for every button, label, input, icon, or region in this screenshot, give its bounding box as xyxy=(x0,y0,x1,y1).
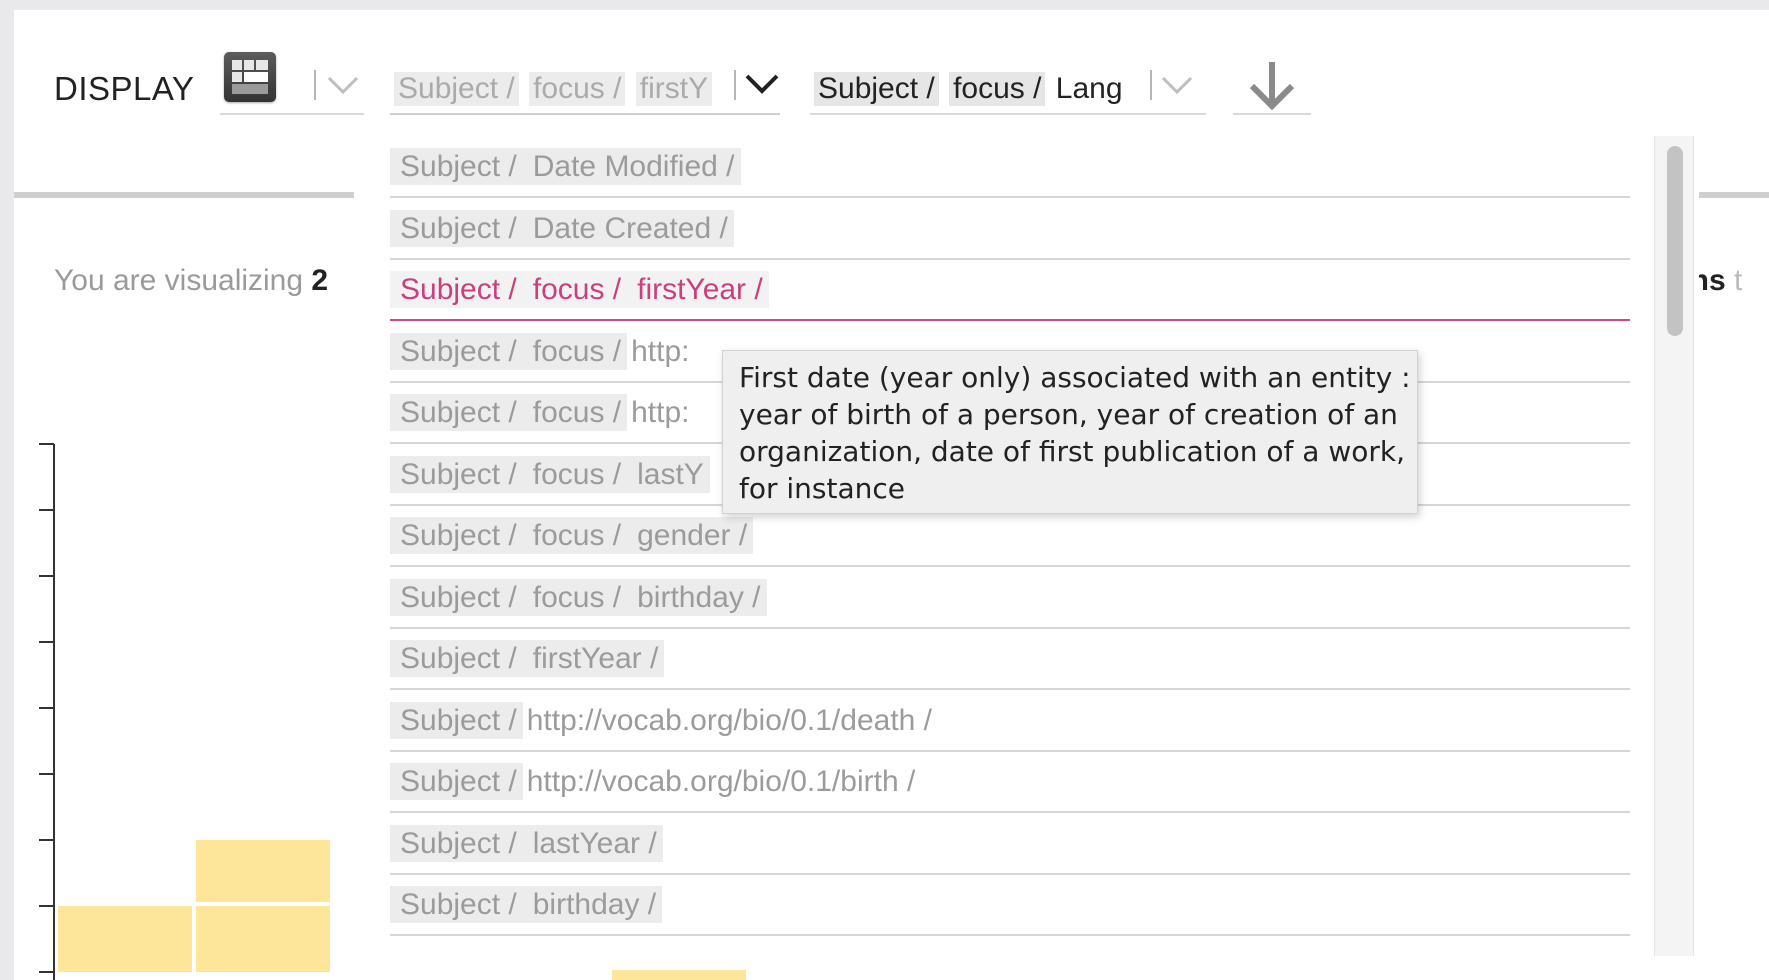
path-segment: Subject / xyxy=(394,72,519,106)
path-selector-first-year[interactable]: Subject / focus / firstY xyxy=(394,72,714,106)
option-path: Subject / Date Modified / xyxy=(390,148,741,185)
visualizing-summary: You are visualizing 2 xyxy=(54,264,328,298)
path-tail: http: xyxy=(631,396,690,429)
path-options-dropdown: Subject / Date Modified / Subject / Date Cr… xyxy=(354,136,1699,970)
path-segment: gender / xyxy=(627,517,754,554)
path-segment: Date Created / xyxy=(522,209,734,247)
tooltip-line: First date (year only) associated with a… xyxy=(739,361,1411,394)
chart-bar xyxy=(196,906,330,972)
path-segment: lastY xyxy=(627,455,710,493)
dropdown-option[interactable]: Subject / firstYear / xyxy=(390,632,1630,690)
path-segment: Subject / xyxy=(390,578,523,616)
language-selector-underline xyxy=(810,113,1206,115)
path-segment: focus / xyxy=(522,332,628,370)
path-tail: http: xyxy=(631,334,690,368)
path-segment: Subject / xyxy=(390,763,523,800)
dropdown-option[interactable]: Subject / birthday / xyxy=(390,878,1630,936)
path-segment: focus / xyxy=(529,72,626,106)
path-segment: focus / xyxy=(949,72,1046,106)
path-segment: Subject / xyxy=(390,517,523,554)
view-select-chevron-down-icon[interactable] xyxy=(326,74,360,96)
path-segment: focus / xyxy=(522,578,628,616)
path-segment: lastYear / xyxy=(522,824,663,862)
tooltip-line: for instance xyxy=(739,472,906,505)
tooltip-line: organization, date of first publication … xyxy=(739,435,1405,468)
dropdown-option[interactable]: Subject / Date Created / xyxy=(390,202,1630,260)
option-path: Subject / Date Created / xyxy=(390,209,734,247)
path-segment: Subject / xyxy=(390,209,523,247)
path-segment: birthday / xyxy=(627,578,767,616)
option-path: Subject / firstYear / xyxy=(390,640,665,677)
path-selector-underline xyxy=(390,113,780,115)
dropdown-option[interactable]: Subject / focus / gender / xyxy=(390,509,1630,567)
path-segment: focus / xyxy=(522,517,628,554)
path-segment: Subject / xyxy=(390,148,523,185)
option-tooltip: First date (year only) associated with a… xyxy=(722,350,1418,514)
dropdown-option[interactable]: Subject / focus / birthday / xyxy=(390,571,1630,629)
dropdown-option-selected[interactable]: Subject / focus / firstYear / xyxy=(390,263,1630,321)
path-segment: focus / xyxy=(522,394,628,431)
dropdown-scrollbar-thumb[interactable] xyxy=(1667,146,1683,336)
dropdown-option[interactable]: Subject / Date Modified / xyxy=(390,140,1630,198)
paths-trailing: t xyxy=(1734,264,1743,297)
path-selector-chevron-down-icon[interactable] xyxy=(744,72,780,96)
path-segment: Subject / xyxy=(390,455,523,493)
path-segment: Subject / xyxy=(390,332,523,370)
path-segment: Date Modified / xyxy=(522,148,741,185)
option-path: Subject / focus / http: xyxy=(390,394,690,431)
path-tail: http://vocab.org/bio/0.1/birth / xyxy=(526,765,916,798)
path-selector-language[interactable]: Subject / focus / Lang xyxy=(814,72,1136,106)
visualizing-count: 2 xyxy=(311,264,329,297)
option-path: Subject / birthday / xyxy=(390,886,663,923)
chart-bar xyxy=(196,840,330,902)
option-path: Subject / focus / http: xyxy=(390,332,690,370)
view-select-underline xyxy=(220,113,364,115)
table-view-icon[interactable] xyxy=(224,52,276,102)
path-segment: Subject / xyxy=(390,886,523,923)
app-window: DISPLAY Subject / focus / firstY Subject… xyxy=(14,10,1769,980)
path-segment: focus / xyxy=(522,455,628,493)
dropdown-option[interactable]: Subject / http://vocab.org/bio/0.1/death … xyxy=(390,694,1630,752)
option-path: Subject / http://vocab.org/bio/0.1/death … xyxy=(390,701,933,739)
path-segment: focus / xyxy=(522,271,628,308)
tooltip-line: year of birth of a person, year of creat… xyxy=(739,398,1398,431)
path-segment: Subject / xyxy=(814,72,939,106)
visualizing-prefix: You are visualizing xyxy=(54,264,304,297)
path-segment: Subject / xyxy=(390,394,523,431)
language-selector-chevron-down-icon[interactable] xyxy=(1160,74,1194,96)
path-segment: birthday / xyxy=(522,886,663,923)
dropdown-option[interactable]: Subject / http://vocab.org/bio/0.1/birth … xyxy=(390,755,1630,813)
option-path: Subject / http://vocab.org/bio/0.1/birth … xyxy=(390,763,916,800)
path-segment: firstYear / xyxy=(522,640,665,677)
path-segment: firstY xyxy=(635,72,713,106)
path-segment: Lang xyxy=(1055,72,1123,105)
dropdown-option[interactable]: Subject / lastYear / xyxy=(390,817,1630,875)
option-path: Subject / focus / firstYear / xyxy=(390,271,769,308)
path-segment: Subject / xyxy=(390,271,523,308)
path-selector-separator xyxy=(734,70,736,100)
language-selector-separator xyxy=(1150,70,1152,100)
chart-bar xyxy=(58,906,192,972)
option-path: Subject / focus / gender / xyxy=(390,517,754,554)
path-segment: firstYear / xyxy=(627,271,769,308)
option-path: Subject / focus / birthday / xyxy=(390,578,767,616)
dropdown-scrollbar[interactable] xyxy=(1654,136,1694,956)
option-path: Subject / lastYear / xyxy=(390,824,663,862)
download-underline xyxy=(1233,113,1311,115)
path-segment: Subject / xyxy=(390,640,523,677)
option-path: Subject / focus / lastY xyxy=(390,455,710,493)
down-arrow-icon[interactable] xyxy=(1247,60,1297,112)
view-select-separator xyxy=(314,70,316,100)
path-segment: Subject / xyxy=(390,701,523,739)
display-label: DISPLAY xyxy=(54,70,195,107)
path-segment: Subject / xyxy=(390,824,523,862)
path-tail: http://vocab.org/bio/0.1/death / xyxy=(526,703,933,737)
